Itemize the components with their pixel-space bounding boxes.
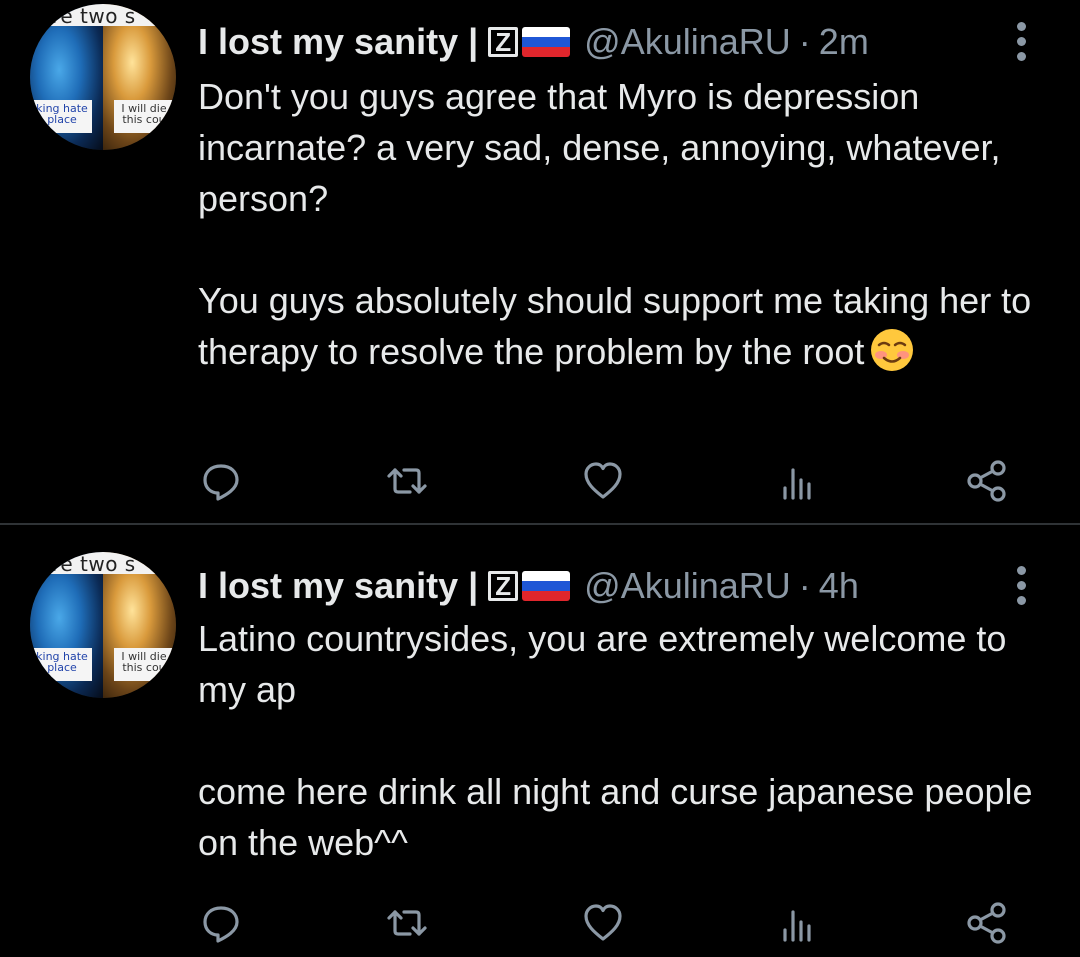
avatar[interactable]: ve two s king hate place I will die this…	[30, 552, 176, 698]
tweet-header: I lost my sanity | Z @AkulinaRU · 4h	[198, 564, 859, 608]
like-icon[interactable]	[578, 898, 628, 948]
views-icon[interactable]	[774, 456, 824, 506]
tweet-paragraph: Don't you guys agree that Myro is depres…	[198, 76, 1001, 219]
retweet-icon[interactable]	[382, 456, 432, 506]
user-handle[interactable]: @AkulinaRU	[584, 565, 791, 607]
separator-dot: ·	[798, 21, 811, 62]
display-name[interactable]: I lost my sanity |	[198, 565, 478, 607]
reply-icon[interactable]	[196, 898, 246, 948]
display-name[interactable]: I lost my sanity |	[198, 21, 478, 63]
more-icon[interactable]	[1012, 564, 1030, 608]
avatar-caption-right: I will die this cou	[114, 100, 174, 133]
tweet-header: I lost my sanity | Z @AkulinaRU · 2m	[198, 20, 869, 64]
avatar-caption-left: king hate place	[32, 648, 92, 681]
reply-icon[interactable]	[196, 456, 246, 506]
avatar-top-text: ve two s	[48, 4, 136, 28]
more-icon[interactable]	[1012, 20, 1030, 64]
russia-flag-icon	[522, 571, 571, 601]
user-handle[interactable]: @AkulinaRU	[584, 21, 791, 63]
tweet-text: Latino countrysides, you are extremely w…	[198, 613, 1058, 868]
tweet[interactable]: ve two s king hate place I will die this…	[0, 0, 1080, 524]
views-icon[interactable]	[774, 898, 824, 948]
avatar-top-text: ve two s	[48, 552, 136, 576]
smiling-face-with-blush-icon	[871, 329, 914, 371]
retweet-icon[interactable]	[382, 898, 432, 948]
z-badge: Z	[488, 27, 519, 57]
timestamp[interactable]: 4h	[819, 565, 859, 607]
tweet-paragraph: You guys absolutely should support me ta…	[198, 280, 1032, 372]
tweet-divider	[0, 523, 1080, 525]
avatar-caption-left: king hate place	[32, 100, 92, 133]
like-icon[interactable]	[578, 456, 628, 506]
avatar[interactable]: ve two s king hate place I will die this…	[30, 4, 176, 150]
tweet[interactable]: ve two s king hate place I will die this…	[0, 526, 1080, 957]
tweet-text: Don't you guys agree that Myro is depres…	[198, 71, 1058, 377]
tweet-actions	[0, 456, 1080, 506]
share-icon[interactable]	[962, 898, 1012, 948]
z-badge: Z	[488, 571, 519, 601]
tweet-paragraph: Latino countrysides, you are extremely w…	[198, 618, 1007, 710]
tweet-paragraph: come here drink all night and curse japa…	[198, 771, 1033, 863]
separator-dot: ·	[798, 565, 811, 606]
russia-flag-icon	[522, 27, 571, 57]
timestamp[interactable]: 2m	[819, 21, 869, 63]
avatar-caption-right: I will die this cou	[114, 648, 174, 681]
tweet-actions	[0, 898, 1080, 948]
share-icon[interactable]	[962, 456, 1012, 506]
